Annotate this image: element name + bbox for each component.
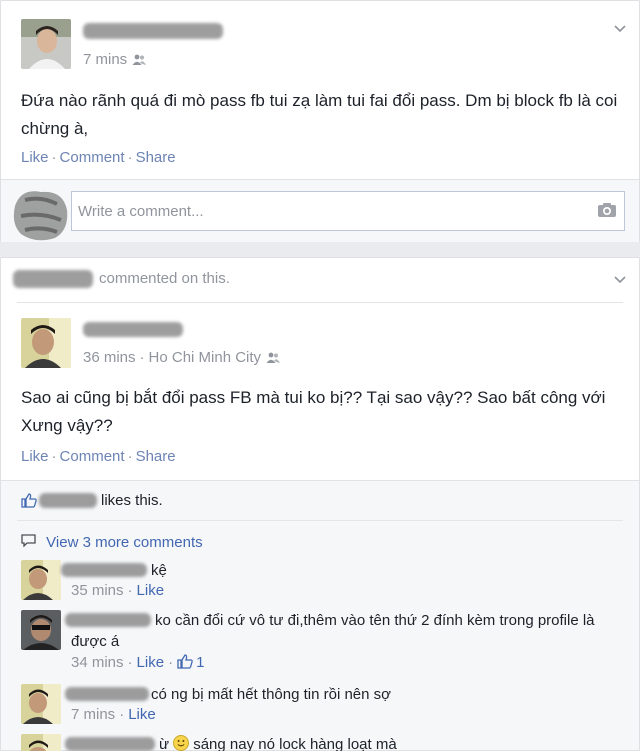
- redacted-author-name[interactable]: [83, 322, 183, 337]
- thumbs-up-icon: [21, 493, 37, 513]
- comment-text: có ng bị mất hết thông tin rồi nên sợ: [151, 686, 391, 703]
- comment-text-suffix: sáng nay nó lock hàng loạt mà: [193, 736, 397, 751]
- redacted-commenter-name[interactable]: [61, 563, 147, 577]
- post-meta: 36 mins · Ho Chi Minh City: [83, 349, 280, 368]
- redacted-commenter-name[interactable]: [65, 687, 149, 701]
- divider: [17, 520, 623, 521]
- post-card-2: commented on this. 36 mins · Ho Chi Minh C…: [0, 257, 640, 751]
- comment-item: ko cần đổi cứ vô tư đi,thêm vào tên thứ …: [21, 610, 629, 676]
- comment-text: ừ sáng nay nó lock hàng loạt mà: [159, 734, 397, 751]
- comment-meta: 35 mins · Like: [71, 582, 165, 599]
- viewer-avatar: [11, 186, 71, 242]
- comment-item: ừ sáng nay nó lock hàng loạt mà: [21, 734, 629, 751]
- chevron-down-icon[interactable]: [613, 272, 627, 286]
- comments-area: View 3 more comments kệ 35 mins · Like ko …: [1, 520, 639, 751]
- friends-icon: [132, 53, 146, 70]
- chevron-down-icon[interactable]: [613, 21, 627, 35]
- post-card-1: 7 mins Đứa nào rãnh quá đi mò pass fb tu…: [0, 0, 640, 242]
- post-text: Sao ai cũng bị bắt đổi pass FB mà tui ko…: [21, 388, 606, 435]
- friends-icon: [266, 351, 280, 368]
- camera-icon[interactable]: [597, 202, 617, 223]
- likes-text: likes this.: [101, 492, 163, 509]
- redacted-liker-name[interactable]: [39, 493, 97, 508]
- comment-timestamp[interactable]: 35 mins: [71, 582, 124, 599]
- thumbs-up-icon: [177, 654, 193, 671]
- comment-text: ko cần đổi cứ vô tư đi,thêm vào tên thứ …: [155, 610, 625, 631]
- comment-bubble-icon: [21, 534, 40, 551]
- comment-text-line2: được á: [71, 633, 120, 650]
- smiley-emoji: [173, 735, 190, 751]
- likes-summary: likes this.: [1, 480, 639, 520]
- comment-text-line1: ko cần đổi cứ vô tư đi,thêm vào tên thứ …: [155, 612, 595, 629]
- comment-meta: 34 mins · Like · 1: [71, 654, 205, 671]
- post-meta: 7 mins: [83, 51, 146, 70]
- divider: [17, 302, 623, 303]
- comment-link[interactable]: Comment: [60, 149, 125, 166]
- author-avatar[interactable]: [21, 318, 71, 368]
- redacted-author-name[interactable]: [83, 23, 223, 39]
- comment-item: có ng bị mất hết thông tin rồi nên sợ 7 …: [21, 684, 629, 726]
- comment-like-link[interactable]: Like: [137, 654, 165, 671]
- redacted-commenter-name[interactable]: [65, 737, 155, 751]
- post-timestamp[interactable]: 7 mins: [83, 51, 127, 68]
- comment-text-prefix: ừ: [159, 736, 170, 751]
- activity-text: commented on this.: [99, 270, 230, 287]
- share-link[interactable]: Share: [136, 448, 176, 465]
- activity-line: commented on this.: [99, 270, 230, 287]
- comment-item: kệ 35 mins · Like: [21, 560, 629, 602]
- commenter-avatar[interactable]: [21, 610, 61, 650]
- comment-link[interactable]: Comment: [60, 448, 125, 465]
- comment-composer: Write a comment...: [1, 179, 639, 242]
- comment-timestamp[interactable]: 34 mins: [71, 654, 124, 671]
- commenter-avatar[interactable]: [21, 734, 61, 751]
- share-link[interactable]: Share: [136, 149, 176, 166]
- like-link[interactable]: Like: [21, 448, 49, 465]
- comment-like-count[interactable]: 1: [196, 654, 204, 671]
- post-actions: Like · Comment · Share: [21, 448, 176, 465]
- post-timestamp[interactable]: 36 mins: [83, 349, 136, 366]
- post-actions: Like · Comment · Share: [21, 149, 176, 166]
- commenter-avatar[interactable]: [21, 684, 61, 724]
- view-more-label[interactable]: View 3 more comments: [46, 534, 202, 551]
- comment-like-link[interactable]: Like: [128, 706, 156, 723]
- comment-input[interactable]: Write a comment...: [71, 191, 625, 231]
- comment-text: kệ: [151, 562, 167, 579]
- post-text: Đứa nào rãnh quá đi mò pass fb tui zạ là…: [21, 91, 618, 138]
- location-link[interactable]: Ho Chi Minh City: [149, 349, 262, 366]
- redacted-commenter-name[interactable]: [65, 613, 151, 627]
- commenter-avatar[interactable]: [21, 560, 61, 600]
- author-avatar[interactable]: [21, 19, 71, 69]
- comment-meta: 7 mins · Like: [71, 706, 156, 723]
- redacted-commenter-name[interactable]: [13, 270, 93, 288]
- like-link[interactable]: Like: [21, 149, 49, 166]
- comment-like-link[interactable]: Like: [137, 582, 165, 599]
- comment-timestamp[interactable]: 7 mins: [71, 706, 115, 723]
- view-more-comments[interactable]: View 3 more comments: [21, 534, 203, 551]
